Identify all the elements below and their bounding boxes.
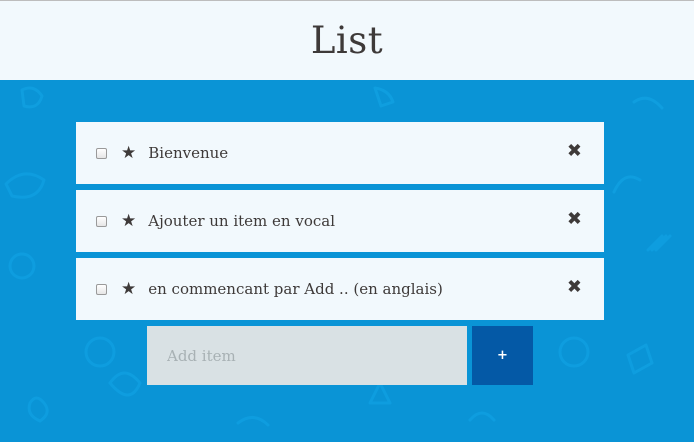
list-item: ★ Bienvenue ✖ (76, 122, 604, 184)
close-icon[interactable]: ✖ (567, 210, 582, 229)
list-item: ★ Ajouter un item en vocal ✖ (76, 190, 604, 252)
close-icon[interactable]: ✖ (567, 278, 582, 297)
item-label: Bienvenue (148, 144, 229, 162)
item-checkbox[interactable] (96, 147, 107, 159)
add-item-input[interactable] (147, 326, 467, 385)
star-icon[interactable]: ★ (121, 144, 136, 162)
close-icon[interactable]: ✖ (567, 142, 582, 161)
item-label: Ajouter un item en vocal (148, 212, 336, 230)
star-icon[interactable]: ★ (121, 280, 136, 298)
item-label: en commencant par Add .. (en anglais) (148, 280, 443, 298)
app-header: List (0, 1, 694, 80)
page-title: List (310, 19, 384, 62)
add-item-button[interactable]: + (472, 326, 533, 385)
star-icon[interactable]: ★ (121, 212, 136, 230)
item-checkbox[interactable] (96, 283, 107, 295)
list-item: ★ en commencant par Add .. (en anglais) … (76, 258, 604, 320)
item-checkbox[interactable] (96, 215, 107, 227)
todo-list: ★ Bienvenue ✖ ★ Ajouter un item en vocal… (76, 122, 604, 326)
